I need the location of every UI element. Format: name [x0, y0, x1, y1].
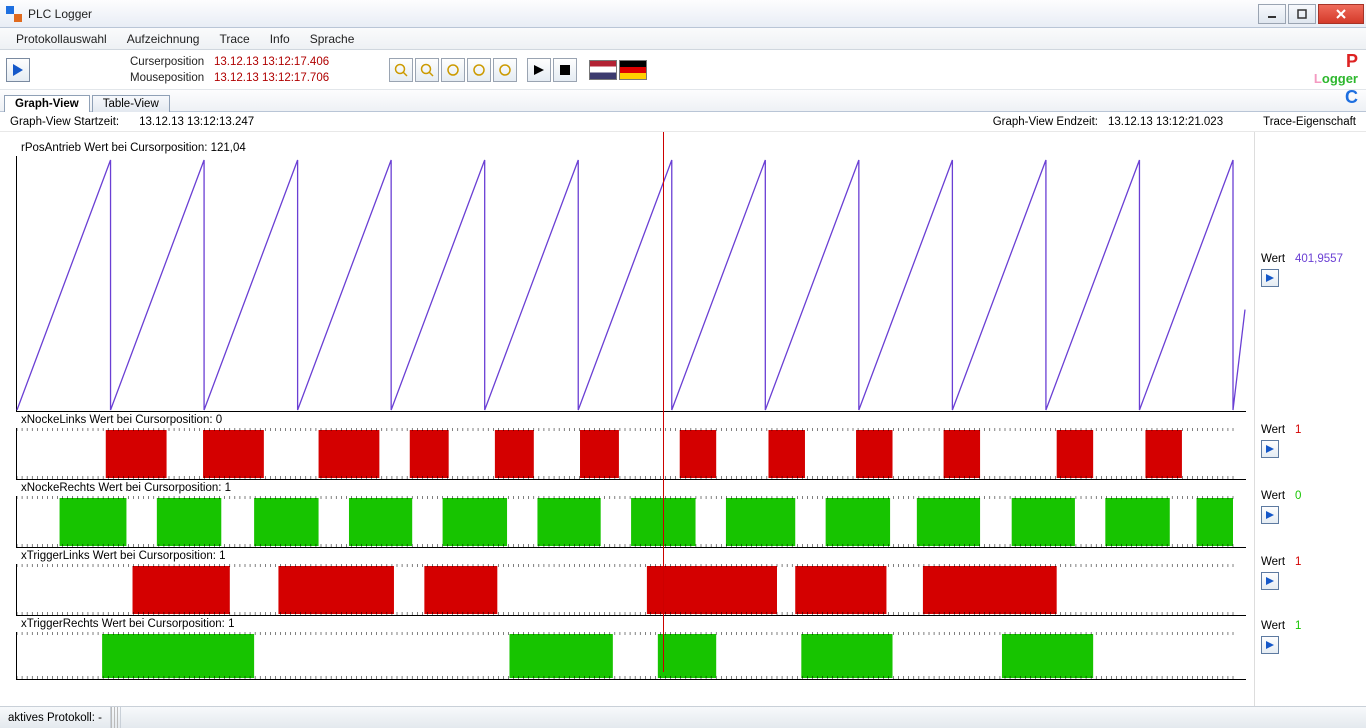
- tab-graph-view[interactable]: Graph-View: [4, 95, 90, 112]
- close-button[interactable]: [1318, 4, 1364, 24]
- mouse-pos-value: 13.12.13 13:12:17.706: [214, 70, 329, 86]
- side-values-column: Wert 401,9557 Wert 1 Wert 0 Wert 1 Wert: [1254, 132, 1366, 706]
- toolbar: Curserposition13.12.13 13:12:17.406 Mous…: [0, 50, 1366, 90]
- menu-info[interactable]: Info: [260, 30, 300, 48]
- stop-button[interactable]: [553, 58, 577, 82]
- zoom-in-button[interactable]: [389, 58, 413, 82]
- plot-label-xTriggerRechts: xTriggerRechts Wert bei Cursorposition: …: [21, 618, 234, 630]
- tab-table-view[interactable]: Table-View: [92, 95, 170, 112]
- plot-xTriggerRechts[interactable]: xTriggerRechts Wert bei Cursorposition: …: [16, 632, 1246, 680]
- side-slot-xTriggerLinks: Wert 1: [1255, 540, 1366, 606]
- language-flags: [587, 60, 647, 80]
- menu-protokollauswahl[interactable]: Protokollauswahl: [6, 30, 117, 48]
- zoom-out-button[interactable]: [415, 58, 439, 82]
- window-titlebar: PLC Logger: [0, 0, 1366, 28]
- side-wert-value-xTriggerLinks: 1: [1295, 556, 1301, 568]
- status-active-protocol: aktives Protokoll: -: [0, 707, 111, 728]
- cursor-pos-label: Curserposition: [130, 54, 214, 70]
- graph-time-info: Graph-View Startzeit: 13.12.13 13:12:13.…: [0, 112, 1366, 132]
- side-wert-value-xNockeRechts: 0: [1295, 490, 1301, 502]
- side-wert-value-xNockeLinks: 1: [1295, 424, 1301, 436]
- flag-us-icon[interactable]: [589, 60, 617, 80]
- zoom-x-button[interactable]: [467, 58, 491, 82]
- end-time-value: 13.12.13 13:12:21.023: [1108, 116, 1223, 128]
- side-slot-xTriggerRechts: Wert 1: [1255, 606, 1366, 668]
- plot-label-xNockeLinks: xNockeLinks Wert bei Cursorposition: 0: [21, 414, 222, 426]
- side-wert-label: Wert: [1261, 556, 1295, 568]
- menu-trace[interactable]: Trace: [209, 30, 259, 48]
- trace-properties-label: Trace-Eigenschaft: [1263, 116, 1356, 128]
- position-readout: Curserposition13.12.13 13:12:17.406 Mous…: [130, 54, 329, 86]
- menu-aufzeichnung[interactable]: Aufzeichnung: [117, 30, 210, 48]
- view-tabs: Graph-View Table-View: [0, 90, 1366, 112]
- side-wert-label: Wert: [1261, 424, 1295, 436]
- side-play-button-xNockeLinks[interactable]: [1261, 440, 1279, 458]
- status-grip: [111, 707, 121, 728]
- menu-bar: Protokollauswahl Aufzeichnung Trace Info…: [0, 28, 1366, 50]
- side-wert-label: Wert: [1261, 620, 1295, 632]
- plot-label-xNockeRechts: xNockeRechts Wert bei Cursorposition: 1: [21, 482, 231, 494]
- plot-xNockeRechts[interactable]: xNockeRechts Wert bei Cursorposition: 1: [16, 496, 1246, 548]
- run-button[interactable]: [6, 58, 30, 82]
- main-area: rPosAntrieb Wert bei Cursorposition: 121…: [0, 132, 1366, 706]
- minimize-button[interactable]: [1258, 4, 1286, 24]
- side-slot-xNockeRechts: Wert 0: [1255, 474, 1366, 540]
- start-time-value: 13.12.13 13:12:13.247: [139, 116, 254, 128]
- zoom-fit-button[interactable]: [441, 58, 465, 82]
- side-wert-value-rPosAntrieb: 401,9557: [1295, 253, 1343, 265]
- side-wert-value-xTriggerRechts: 1: [1295, 620, 1301, 632]
- cursor-pos-value: 13.12.13 13:12:17.406: [214, 54, 329, 70]
- plot-rPosAntrieb[interactable]: rPosAntrieb Wert bei Cursorposition: 121…: [16, 156, 1246, 412]
- plot-label-rPosAntrieb: rPosAntrieb Wert bei Cursorposition: 121…: [21, 142, 246, 154]
- end-time-label: Graph-View Endzeit:: [993, 116, 1098, 128]
- menu-sprache[interactable]: Sprache: [300, 30, 365, 48]
- window-title: PLC Logger: [28, 7, 92, 21]
- app-logo: P Logger C: [1314, 52, 1358, 106]
- side-wert-label: Wert: [1261, 253, 1295, 265]
- side-slot-xNockeLinks: Wert 1: [1255, 408, 1366, 474]
- side-play-button-xTriggerLinks[interactable]: [1261, 572, 1279, 590]
- side-slot-rPosAntrieb: Wert 401,9557: [1255, 132, 1366, 408]
- playback-tool-group: [527, 58, 579, 82]
- side-play-button-rPosAntrieb[interactable]: [1261, 269, 1279, 287]
- mouse-pos-label: Mouseposition: [130, 70, 214, 86]
- app-icon: [6, 6, 22, 22]
- plot-xTriggerLinks[interactable]: xTriggerLinks Wert bei Cursorposition: 1: [16, 564, 1246, 616]
- plot-label-xTriggerLinks: xTriggerLinks Wert bei Cursorposition: 1: [21, 550, 226, 562]
- plot-xNockeLinks[interactable]: xNockeLinks Wert bei Cursorposition: 0: [16, 428, 1246, 480]
- flag-de-icon[interactable]: [619, 60, 647, 80]
- status-bar: aktives Protokoll: -: [0, 706, 1366, 728]
- side-wert-label: Wert: [1261, 490, 1295, 502]
- side-play-button-xTriggerRechts[interactable]: [1261, 636, 1279, 654]
- zoom-tool-group: [389, 58, 519, 82]
- maximize-button[interactable]: [1288, 4, 1316, 24]
- side-play-button-xNockeRechts[interactable]: [1261, 506, 1279, 524]
- zoom-y-button[interactable]: [493, 58, 517, 82]
- start-time-label: Graph-View Startzeit:: [10, 116, 119, 128]
- play-button[interactable]: [527, 58, 551, 82]
- plots-column: rPosAntrieb Wert bei Cursorposition: 121…: [0, 132, 1254, 706]
